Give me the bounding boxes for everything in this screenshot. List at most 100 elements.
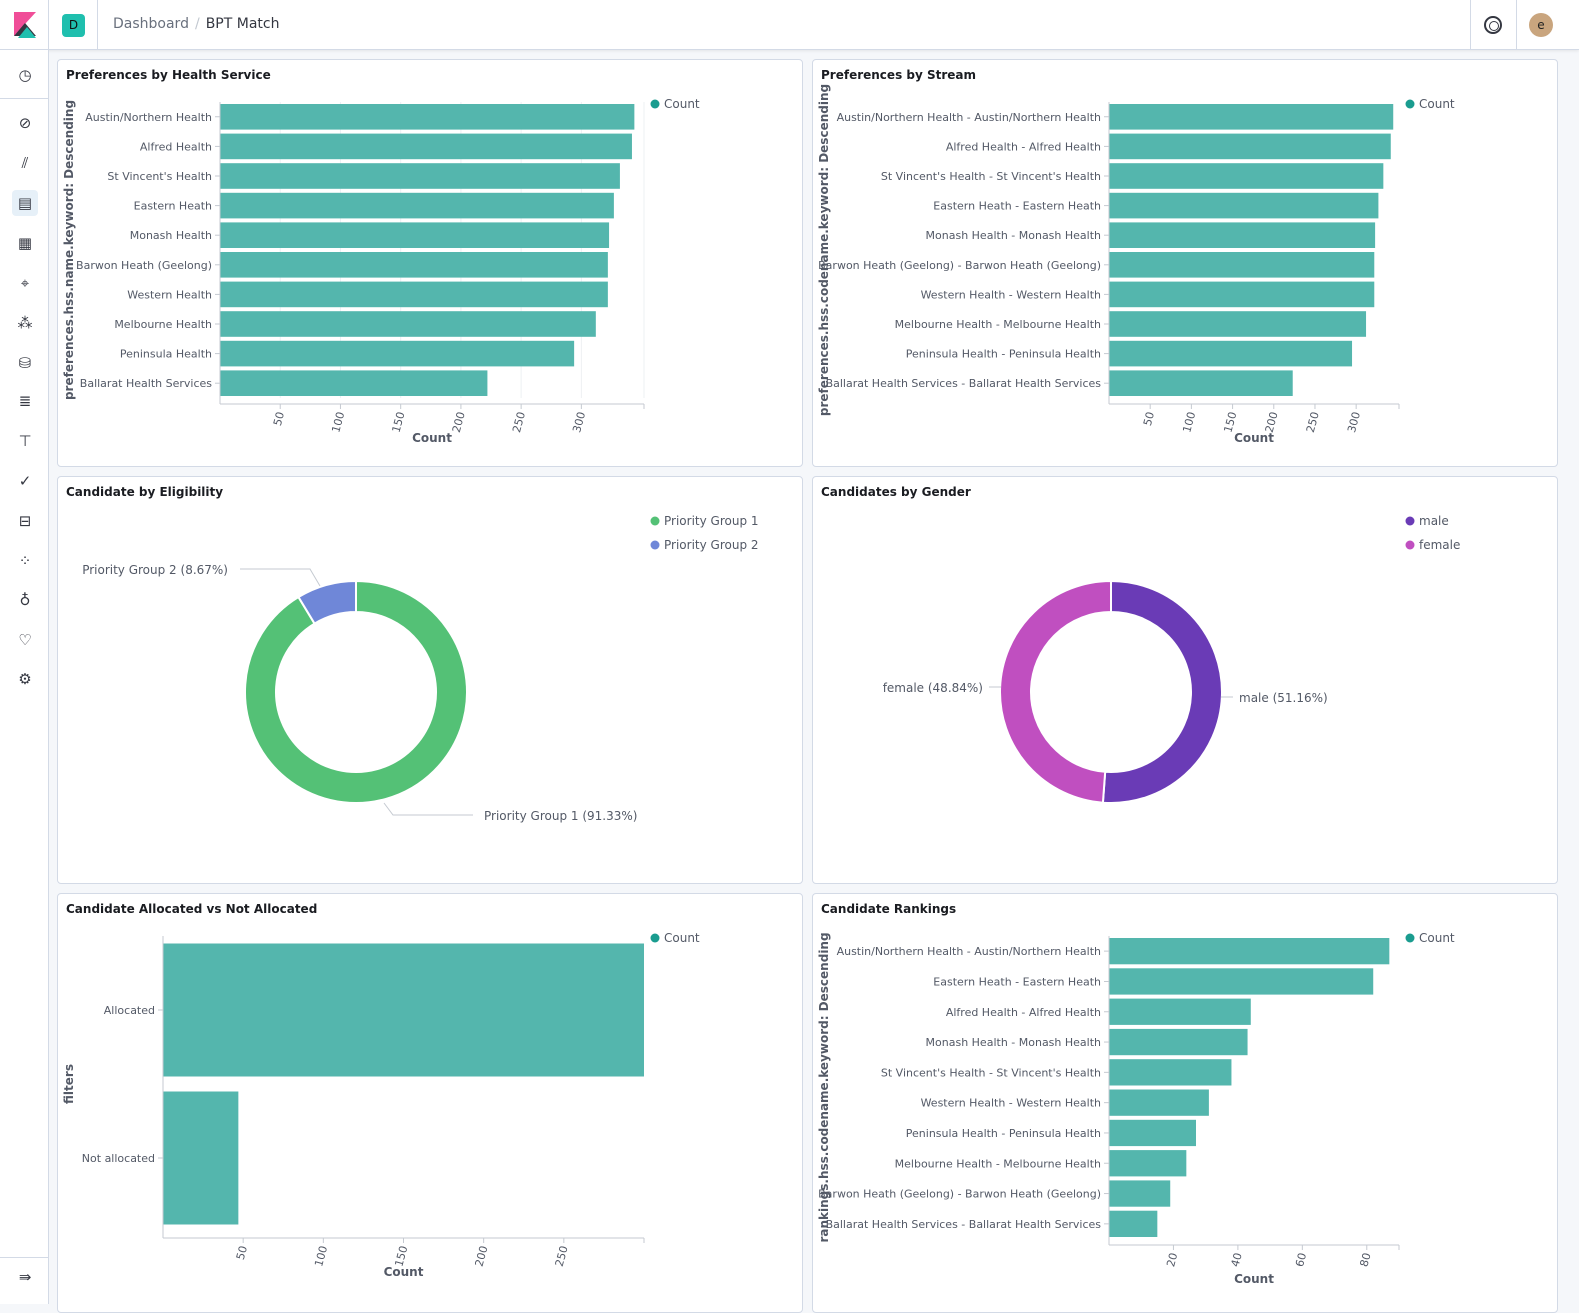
bar[interactable] xyxy=(220,370,488,396)
legend-dot xyxy=(1405,516,1415,526)
gear-icon[interactable]: ⚙ xyxy=(12,666,38,692)
bar[interactable] xyxy=(163,1091,239,1225)
bar[interactable] xyxy=(220,192,614,219)
bar[interactable] xyxy=(1109,998,1251,1025)
side-nav: ⇛ ◷ ⊘ ⫽ ▤ ▦ ⌖ ⁂ ⛁ ≣ ⊤ ✓ ⊟ ⁘ ♁ ♡ ⚙ xyxy=(0,50,49,1304)
chart-svg: Priority Group 1 Priority Group 2 Priority… xyxy=(82,514,759,823)
ml-icon[interactable]: ⁂ xyxy=(12,310,38,336)
bar[interactable] xyxy=(220,281,608,308)
bar[interactable] xyxy=(220,163,620,189)
bar[interactable] xyxy=(1109,281,1375,308)
y-tick-label: Allocated xyxy=(104,1004,155,1017)
y-tick-label: Austin/Northern Health xyxy=(85,111,212,124)
legend-dot xyxy=(650,540,660,550)
bar[interactable] xyxy=(1109,1089,1209,1116)
bar[interactable] xyxy=(220,222,610,248)
legend-item[interactable]: Count xyxy=(1405,931,1455,945)
dashboard-icon[interactable]: ▤ xyxy=(12,190,38,216)
pie-slice[interactable] xyxy=(244,579,468,804)
y-tick-label: Western Health xyxy=(127,288,212,301)
panel-candidate-rankings: Candidate Rankings Count Austin/Northern H… xyxy=(812,893,1558,1313)
bar[interactable] xyxy=(1109,222,1376,248)
bar[interactable] xyxy=(1109,104,1394,130)
chart-svg: Count Austin/Northern Health - Austin/Nor… xyxy=(817,84,1455,445)
bar[interactable] xyxy=(220,104,635,130)
bar[interactable] xyxy=(1109,163,1384,189)
bar[interactable] xyxy=(220,311,596,337)
legend-label: Priority Group 1 xyxy=(664,514,759,528)
legend-item[interactable]: female xyxy=(1405,538,1461,552)
divider xyxy=(0,1257,49,1258)
y-tick-label: Barwon Heath (Geelong) xyxy=(76,259,212,272)
legend-item[interactable]: Count xyxy=(1405,97,1455,111)
y-tick-label: Peninsula Health - Peninsula Health xyxy=(906,1127,1101,1140)
bar[interactable] xyxy=(1109,1119,1196,1147)
x-tick-label: 50 xyxy=(1141,410,1157,427)
bar[interactable] xyxy=(1109,938,1390,965)
bar[interactable] xyxy=(1109,133,1391,160)
y-tick-label: Melbourne Health - Melbourne Health xyxy=(895,1157,1101,1170)
legend-item[interactable]: Count xyxy=(650,931,700,945)
legend-item[interactable]: Priority Group 2 xyxy=(650,538,759,552)
bar[interactable] xyxy=(1109,252,1375,278)
y-tick-label: St Vincent's Health xyxy=(107,170,212,183)
user-avatar[interactable]: e xyxy=(1529,13,1553,37)
legend-item[interactable]: Count xyxy=(650,97,700,111)
bar[interactable] xyxy=(1109,1180,1171,1207)
lock-icon[interactable]: ⊟ xyxy=(12,508,38,534)
bar[interactable] xyxy=(220,133,632,160)
chart-icon[interactable]: ⫽ xyxy=(12,150,38,176)
logs-icon[interactable]: ≣ xyxy=(12,388,38,414)
slice-label: Priority Group 2 (8.67%) xyxy=(82,563,228,577)
y-tick-label: Alfred Health xyxy=(140,140,212,153)
bar[interactable] xyxy=(1109,1028,1248,1056)
y-tick-label: Eastern Heath xyxy=(134,200,212,213)
heartbeat-icon[interactable]: ♡ xyxy=(12,627,38,653)
bar[interactable] xyxy=(1109,1150,1187,1177)
x-tick-label: 300 xyxy=(1345,410,1363,434)
apm-icon[interactable]: ⊤ xyxy=(12,428,38,454)
y-tick-label: Western Health - Western Health xyxy=(921,1097,1101,1110)
clock-icon[interactable]: ◷ xyxy=(12,62,38,88)
bar[interactable] xyxy=(1109,1210,1158,1237)
y-tick-label: St Vincent's Health - St Vincent's Healt… xyxy=(881,170,1101,183)
y-tick-label: Monash Health - Monash Health xyxy=(926,1036,1101,1049)
legend-dot xyxy=(650,516,660,526)
bar[interactable] xyxy=(1109,311,1367,337)
bar[interactable] xyxy=(220,252,608,278)
wrench-icon[interactable]: ♁ xyxy=(12,587,38,613)
x-tick-label: 250 xyxy=(1304,410,1322,434)
x-tick-label: 250 xyxy=(510,410,528,434)
kibana-logo-icon[interactable] xyxy=(14,12,36,38)
x-tick-label: 60 xyxy=(1293,1251,1309,1268)
y-tick-label: Barwon Heath (Geelong) - Barwon Heath (G… xyxy=(818,259,1101,272)
bar[interactable] xyxy=(1109,192,1379,219)
legend-item[interactable]: male xyxy=(1405,514,1449,528)
bar[interactable] xyxy=(1109,1059,1232,1086)
legend-item[interactable]: Priority Group 1 xyxy=(650,514,759,528)
help-icon[interactable] xyxy=(1484,16,1502,34)
divider xyxy=(97,0,98,50)
uptime-icon[interactable]: ✓ xyxy=(12,468,38,494)
bar[interactable] xyxy=(163,943,644,1077)
compass-icon[interactable]: ⊘ xyxy=(12,110,38,136)
bar[interactable] xyxy=(220,340,575,367)
canvas-icon[interactable]: ▦ xyxy=(12,230,38,256)
pie-slice[interactable] xyxy=(1101,579,1224,804)
bar[interactable] xyxy=(1109,370,1293,396)
map-pin-icon[interactable]: ⌖ xyxy=(12,270,38,296)
y-tick-label: Ballarat Health Services - Ballarat Heal… xyxy=(826,377,1102,390)
bar[interactable] xyxy=(1109,968,1374,995)
graph-icon[interactable]: ⁘ xyxy=(12,548,38,574)
collapse-nav-icon[interactable]: ⇛ xyxy=(12,1264,38,1290)
y-tick-label: Austin/Northern Health - Austin/Northern… xyxy=(837,945,1101,958)
legend-label: Count xyxy=(664,931,700,945)
pie-slice[interactable] xyxy=(999,579,1112,804)
x-tick-label: 50 xyxy=(234,1244,250,1261)
breadcrumb-dashboard[interactable]: Dashboard xyxy=(113,16,189,32)
space-avatar[interactable]: D xyxy=(62,14,85,37)
legend-label: Priority Group 2 xyxy=(664,538,759,552)
x-tick-label: 100 xyxy=(329,410,347,434)
infra-icon[interactable]: ⛁ xyxy=(12,350,38,376)
bar[interactable] xyxy=(1109,340,1353,367)
